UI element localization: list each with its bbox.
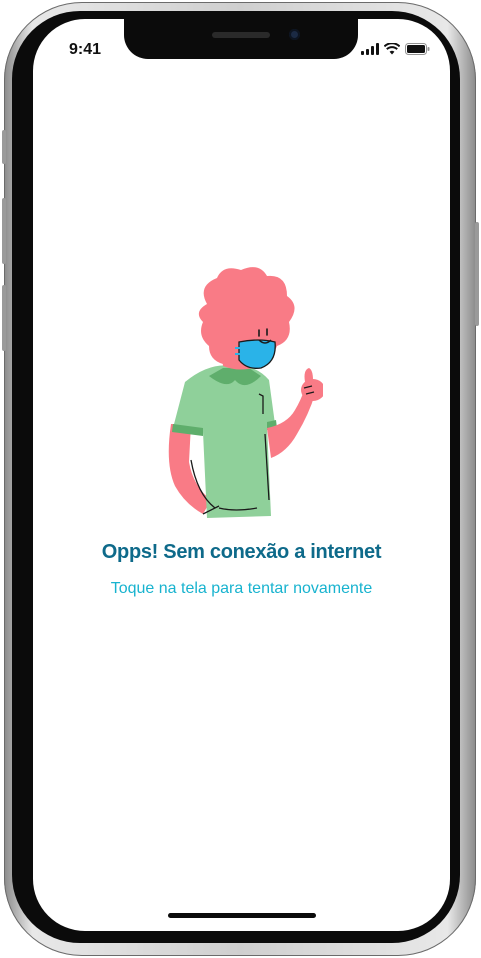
mute-switch bbox=[2, 130, 6, 164]
speaker-grille bbox=[212, 32, 270, 38]
status-time: 9:41 bbox=[69, 41, 102, 58]
front-camera bbox=[289, 29, 300, 40]
wifi-icon bbox=[384, 43, 400, 55]
power-button bbox=[475, 222, 479, 326]
retry-hint[interactable]: Toque na tela para tentar novamente bbox=[33, 580, 450, 598]
battery-icon bbox=[405, 43, 430, 55]
home-indicator[interactable] bbox=[168, 913, 316, 918]
cellular-signal-icon bbox=[361, 43, 379, 55]
status-icons bbox=[361, 43, 430, 55]
masked-person-thumbs-up-illustration bbox=[168, 267, 323, 518]
app-screen[interactable]: 9:41 Opps! Sem conexão a internet Toque … bbox=[33, 19, 450, 931]
notch bbox=[124, 19, 358, 59]
error-title: Opps! Sem conexão a internet bbox=[101, 541, 382, 563]
volume-down-button bbox=[2, 285, 6, 351]
volume-up-button bbox=[2, 198, 6, 264]
